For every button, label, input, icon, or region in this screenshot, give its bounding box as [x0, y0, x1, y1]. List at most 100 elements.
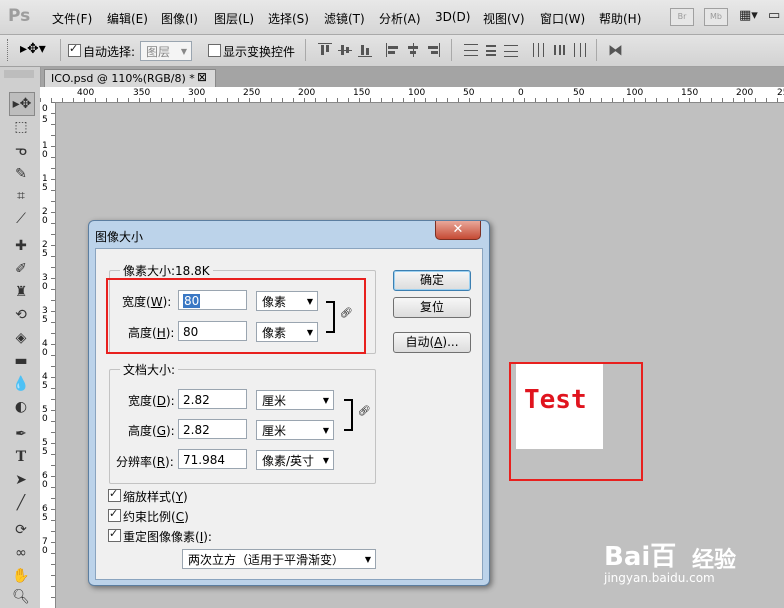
resolution-unit-select[interactable]: 像素/英寸 ▼ [256, 450, 334, 470]
lasso-tool-icon[interactable]: ᓀ [9, 140, 33, 162]
distribute-top-icon[interactable] [464, 43, 478, 57]
brush-tool-icon[interactable]: ✐ [9, 258, 33, 280]
ok-button[interactable]: 确定 [393, 270, 471, 291]
ruler-label: 5 5 [42, 438, 48, 457]
align-bottom-icon[interactable] [358, 43, 372, 57]
chevron-down-icon: ▼ [180, 47, 187, 56]
ruler-label: 350 [133, 88, 151, 98]
auto-button[interactable]: 自动(A)... [393, 332, 471, 353]
resample-checkbox[interactable] [108, 527, 121, 542]
zoom-tool-icon[interactable]: 🔍︎ [9, 586, 33, 608]
menu-edit[interactable]: 编辑(E) [107, 10, 148, 27]
gradient-tool-icon[interactable]: ▬ [9, 350, 33, 372]
ruler-label: 5 [42, 115, 48, 125]
grip-icon [7, 39, 11, 61]
ruler-label: 250 [243, 88, 261, 98]
distribute-vcenter-icon[interactable] [484, 43, 498, 57]
vertical-ruler: 0 5 1 0 1 5 2 0 2 5 3 0 3 5 4 0 4 5 5 0 … [40, 102, 56, 608]
align-hcenter-icon[interactable] [406, 43, 420, 57]
menu-layer[interactable]: 图层(L) [214, 10, 254, 27]
chevron-down-icon: ▼ [322, 396, 329, 405]
line-tool-icon[interactable]: ╱ [9, 492, 33, 514]
watermark-brand: 经验 [692, 548, 737, 573]
menu-select[interactable]: 选择(S) [268, 10, 309, 27]
toolbar-header [4, 70, 34, 78]
align-right-icon[interactable] [426, 43, 440, 57]
menu-3d[interactable]: 3D(D) [435, 10, 470, 24]
ruler-label: 1 5 [42, 174, 48, 193]
arrange-documents-icon[interactable]: ▦▾ [739, 8, 758, 23]
ruler-label: 2 5 [42, 240, 48, 259]
menu-window[interactable]: 窗口(W) [540, 10, 585, 27]
ruler-label: 50 [463, 88, 475, 98]
constrain-proportions-label: 约束比例(C) [123, 510, 189, 524]
dialog-close-button[interactable]: ✕ [435, 221, 481, 240]
resample-label: 重定图像像素(I): [123, 530, 212, 544]
horizontal-ruler: 400 350 300 250 200 150 100 50 0 50 100 … [40, 87, 784, 103]
eraser-tool-icon[interactable]: ◈ [9, 327, 33, 349]
marquee-tool-icon[interactable]: ⬚ [9, 116, 33, 138]
menu-view[interactable]: 视图(V) [483, 10, 525, 27]
menu-file[interactable]: 文件(F) [52, 10, 92, 27]
move-tool-preset-icon[interactable]: ▸✥▾ [20, 41, 46, 57]
mini-bridge-button[interactable]: Mb [704, 8, 728, 26]
show-transform-checkbox[interactable] [208, 44, 221, 57]
clone-stamp-icon[interactable]: ♜ [9, 281, 33, 303]
crop-tool-icon[interactable]: ⌗ [9, 185, 33, 207]
resolution-input[interactable]: 71.984 [178, 449, 247, 469]
distribute-hcenter-icon[interactable] [552, 43, 566, 57]
ruler-label: 7 0 [42, 537, 48, 556]
quick-selection-icon[interactable]: ✎ [9, 163, 33, 185]
tools-panel: ▸✥ ⬚ ᓀ ✎ ⌗ ⟋ ✚ ✐ ♜ ⟲ ◈ ▬ 💧 ◐ ✒ T ➤ ╱ ⟳ ∞… [0, 67, 41, 608]
auto-select-dropdown[interactable]: 图层 ▼ [140, 41, 192, 61]
menu-analysis[interactable]: 分析(A) [379, 10, 421, 27]
align-vcenter-icon[interactable] [338, 43, 352, 57]
tab-document[interactable]: ICO.psd @ 110%(RGB/8) * ⊠ [44, 69, 216, 88]
history-brush-icon[interactable]: ⟲ [9, 304, 33, 326]
resample-method-select[interactable]: 两次立方（适用于平滑渐变） ▼ [182, 549, 376, 569]
eyedropper-tool-icon[interactable]: ⟋ [9, 208, 33, 230]
menu-filter[interactable]: 滤镜(T) [324, 10, 365, 27]
align-top-icon[interactable] [318, 43, 332, 57]
chain-link-icon: 🔗︎ [358, 406, 371, 417]
constrain-proportions-checkbox[interactable] [108, 507, 121, 522]
chevron-down-icon: ▼ [364, 555, 371, 564]
3d-orbit-icon[interactable]: ∞ [9, 542, 33, 564]
close-tab-icon[interactable]: ⊠ [197, 70, 207, 84]
tab-title: ICO.psd @ 110%(RGB/8) * [51, 72, 195, 85]
distribute-bottom-icon[interactable] [504, 43, 518, 57]
doc-width-unit-select[interactable]: 厘米 ▼ [256, 390, 334, 410]
ruler-label: 150 [353, 88, 371, 98]
distribute-left-icon[interactable] [532, 43, 546, 57]
dialog-title: 图像大小 [95, 230, 144, 244]
move-tool-icon[interactable]: ▸✥ [9, 92, 35, 116]
ruler-label: 4 5 [42, 372, 48, 391]
screen-mode-icon[interactable]: ▭ [768, 8, 780, 23]
doc-height-unit-select[interactable]: 厘米 ▼ [256, 420, 334, 440]
chevron-down-icon: ▼ [322, 456, 329, 465]
menu-help[interactable]: 帮助(H) [599, 10, 641, 27]
healing-brush-icon[interactable]: ✚ [9, 235, 33, 257]
image-size-dialog: 图像大小 ✕ 像素大小:18.8K 宽度(W): 80 像素 ▼ 高度(H): 8… [88, 220, 490, 586]
auto-align-layers-icon[interactable]: ⧓ [608, 41, 623, 59]
menu-image[interactable]: 图像(I) [161, 10, 198, 27]
divider [305, 39, 306, 61]
path-selection-icon[interactable]: ➤ [9, 469, 33, 491]
distribute-right-icon[interactable] [572, 43, 586, 57]
doc-height-input[interactable]: 2.82 [178, 419, 247, 439]
blur-tool-icon[interactable]: 💧 [9, 373, 33, 395]
dodge-tool-icon[interactable]: ◐ [9, 396, 33, 418]
reset-button[interactable]: 复位 [393, 297, 471, 318]
align-left-icon[interactable] [386, 43, 400, 57]
scale-styles-checkbox[interactable] [108, 487, 121, 502]
bridge-button[interactable]: Br [670, 8, 694, 26]
ruler-label: 150 [681, 88, 699, 98]
type-tool-icon[interactable]: T [9, 446, 33, 468]
hand-tool-icon[interactable]: ✋ [9, 565, 33, 587]
show-transform-label: 显示变换控件 [223, 45, 296, 59]
auto-select-checkbox[interactable] [68, 42, 81, 57]
ruler-label: 200 [736, 88, 754, 98]
doc-width-input[interactable]: 2.82 [178, 389, 247, 409]
3d-rotate-icon[interactable]: ⟳ [9, 519, 33, 541]
pen-tool-icon[interactable]: ✒ [9, 423, 33, 445]
